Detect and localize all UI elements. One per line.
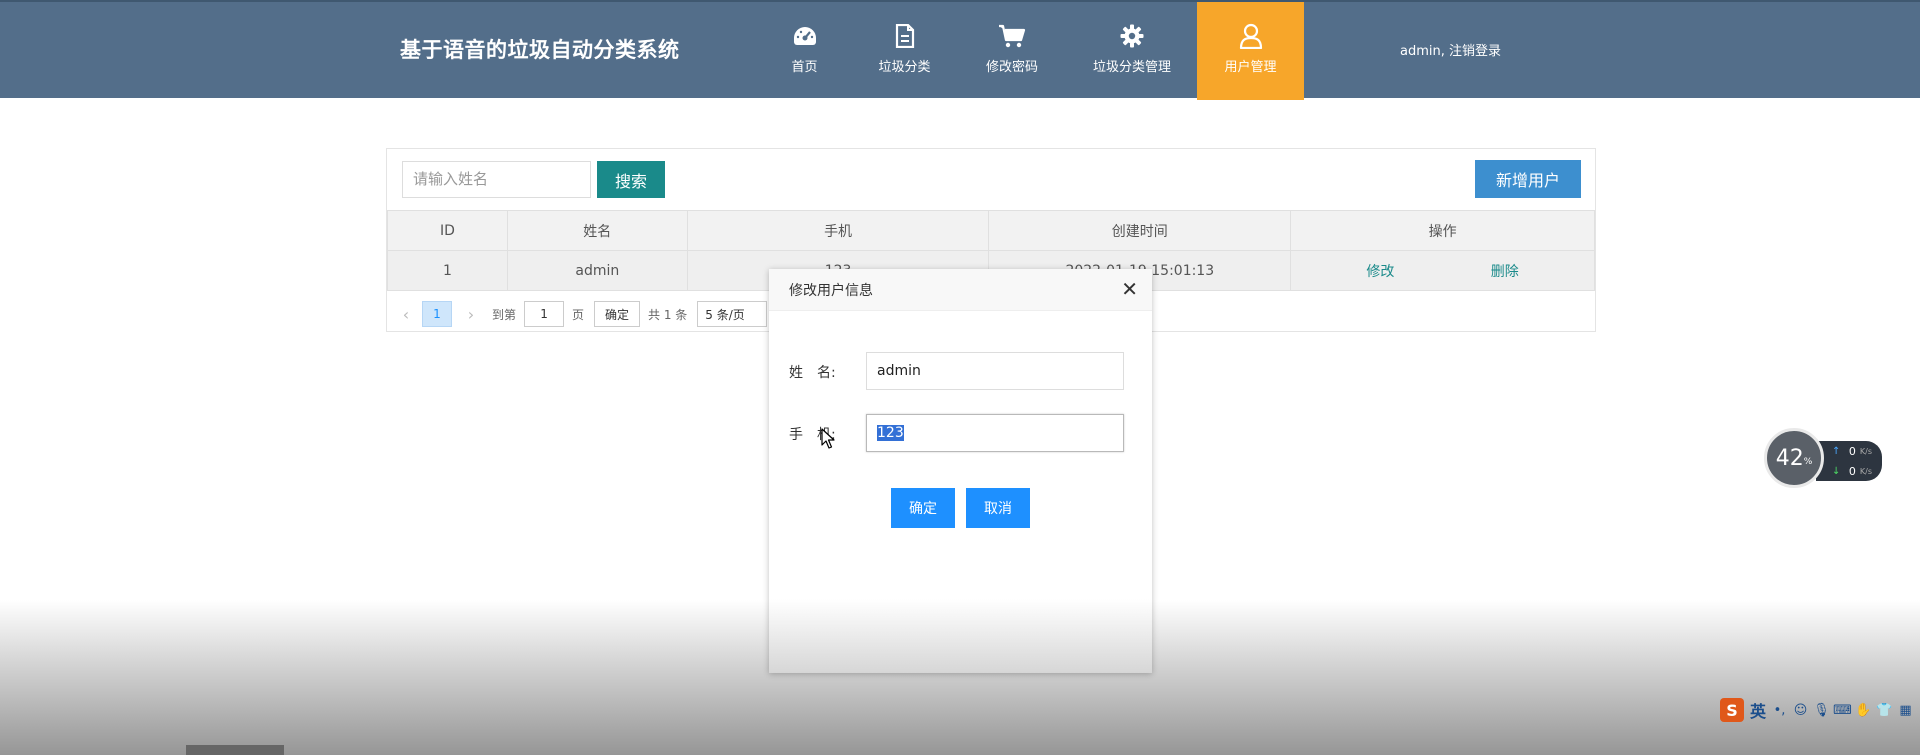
page-size-select[interactable]: 5 条/页 (697, 301, 768, 327)
toolbox-icon[interactable]: ✋ (1855, 703, 1871, 718)
microphone-icon[interactable]: 🎙 (1813, 703, 1830, 718)
prev-page-icon[interactable]: ‹ (393, 305, 419, 324)
delete-link[interactable]: 删除 (1445, 261, 1565, 281)
upload-row: ↑ 0 K/s (1816, 441, 1882, 461)
percent-unit: % (1803, 457, 1813, 467)
memory-percent: 42 (1775, 445, 1804, 471)
upload-arrow-icon: ↑ (1832, 445, 1841, 457)
nav-label: 垃圾分类 (878, 60, 931, 75)
download-row: ↓ 0 K/s (1816, 461, 1882, 481)
confirm-button[interactable]: 确定 (891, 488, 955, 528)
nav-user-manage[interactable]: 用户管理 (1197, 2, 1304, 100)
dialog-fade (769, 599, 1152, 673)
page-number[interactable]: 1 (422, 301, 452, 327)
mouse-cursor-icon (821, 428, 835, 449)
edit-user-dialog: 修改用户信息 ✕ 姓 名: admin 手 机: 123 确定 取消 (769, 269, 1152, 673)
goto-confirm-button[interactable]: 确定 (594, 301, 641, 327)
network-speed-widget[interactable]: ↑ 0 K/s ↓ 0 K/s 42% (1760, 428, 1882, 488)
document-icon (891, 22, 919, 50)
selected-text: 123 (877, 425, 904, 441)
download-arrow-icon: ↓ (1832, 465, 1841, 477)
cell-name: admin (506, 250, 688, 291)
memory-usage-gauge: 42% (1764, 428, 1824, 488)
bottom-left-label (186, 745, 284, 755)
user-logout-link[interactable]: admin, 注销登录 (1400, 40, 1501, 59)
dialog-title: 修改用户信息 (789, 282, 873, 299)
search-input[interactable]: 请输入姓名 (402, 161, 591, 198)
top-header: 基于语音的垃圾自动分类系统 首页 垃圾分类 修改密码 垃圾分类管理 用户管理 a… (0, 0, 1920, 100)
close-icon[interactable]: ✕ (1121, 279, 1138, 299)
nav-label: 首页 (791, 60, 818, 75)
edit-link[interactable]: 修改 (1320, 261, 1440, 281)
cart-icon (998, 22, 1026, 50)
dashboard-icon (791, 22, 819, 50)
nav-label: 垃圾分类管理 (1092, 60, 1171, 75)
sogou-logo-icon[interactable]: S (1720, 698, 1744, 722)
column-header: 操作 (1290, 210, 1595, 251)
cell-id: 1 (387, 250, 508, 291)
column-header: 手机 (686, 210, 990, 251)
add-user-button[interactable]: 新增用户 (1475, 160, 1581, 198)
goto-label: 到第 (492, 307, 517, 322)
nav-garbage-classify[interactable]: 垃圾分类 (852, 2, 957, 100)
total-count: 共 1 条 (648, 307, 688, 322)
download-speed: 0 (1848, 464, 1856, 478)
site-title: 基于语音的垃圾自动分类系统 (400, 38, 680, 62)
next-page-icon[interactable]: › (458, 305, 484, 324)
search-button[interactable]: 搜索 (597, 161, 665, 198)
column-header: 创建时间 (988, 210, 1292, 251)
punctuation-icon[interactable]: •, (1772, 703, 1787, 718)
download-unit: K/s (1859, 466, 1872, 476)
nav-label: 修改密码 (985, 60, 1038, 75)
nav-garbage-manage[interactable]: 垃圾分类管理 (1067, 2, 1197, 100)
phone-field[interactable]: 123 (866, 414, 1124, 452)
cancel-button[interactable]: 取消 (966, 488, 1030, 528)
emoji-icon[interactable]: ☺ (1793, 703, 1808, 718)
name-field[interactable]: admin (866, 352, 1124, 390)
column-header: 姓名 (506, 210, 688, 251)
upload-unit: K/s (1859, 446, 1872, 456)
goto-page-input[interactable]: 1 (524, 301, 565, 327)
upload-speed: 0 (1848, 444, 1856, 458)
keyboard-icon[interactable]: ⌨ (1833, 703, 1852, 718)
speed-panel: ↑ 0 K/s ↓ 0 K/s (1816, 441, 1882, 481)
column-header: ID (387, 210, 508, 251)
main-nav: 首页 垃圾分类 修改密码 垃圾分类管理 用户管理 (757, 2, 1304, 100)
table-header-row: ID 姓名 手机 创建时间 操作 (387, 210, 1595, 251)
dialog-header: 修改用户信息 ✕ (769, 269, 1152, 311)
skin-icon[interactable]: 👕 (1876, 703, 1892, 718)
menu-grid-icon[interactable]: ▦ (1898, 703, 1913, 718)
gear-icon (1118, 22, 1146, 50)
ime-toolbar: S 英 •, ☺ 🎙 ⌨ ✋ 👕 ▦ (1720, 697, 1920, 723)
ime-language[interactable]: 英 (1750, 698, 1766, 722)
cell-actions: 修改 删除 (1290, 250, 1595, 291)
page-suffix: 页 (572, 307, 585, 322)
user-icon (1237, 22, 1265, 50)
nav-label: 用户管理 (1224, 60, 1277, 75)
nav-home[interactable]: 首页 (757, 2, 852, 100)
name-label: 姓 名: (789, 365, 836, 381)
pagination: ‹ 1 › 到第 1 页 确定 共 1 条 5 条/页 (387, 299, 768, 329)
nav-change-password[interactable]: 修改密码 (957, 2, 1067, 100)
